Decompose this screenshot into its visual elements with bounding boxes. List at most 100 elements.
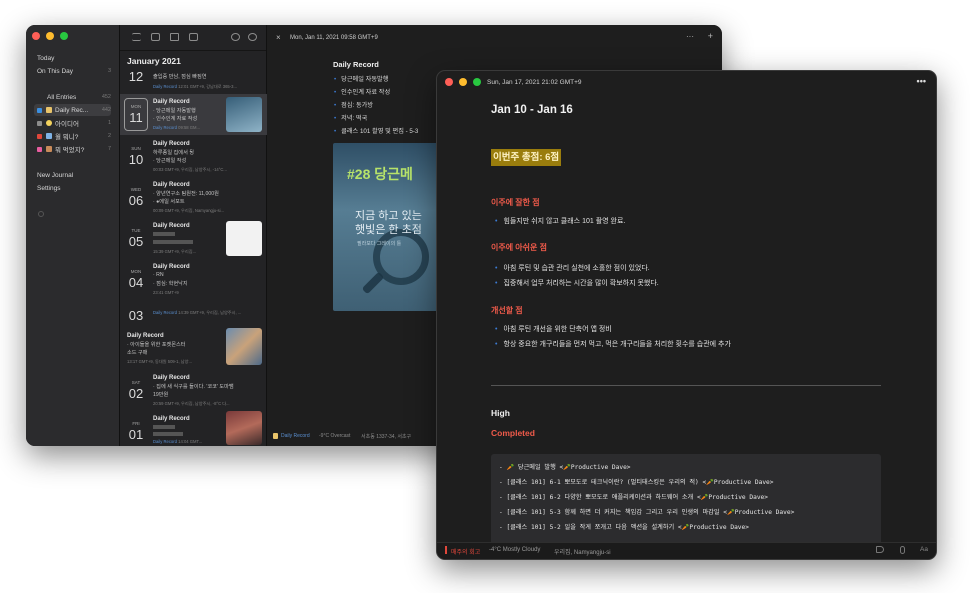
sidebar-item-count: 452 bbox=[101, 94, 111, 100]
sidebar-item-journal-daily-record[interactable]: Daily Rec... 442 bbox=[34, 104, 111, 116]
sidebar: Today On This Day 3 All Entries 452 Dail… bbox=[26, 25, 120, 446]
entry-day: 03 bbox=[128, 308, 144, 323]
entry-meta: 20:59 GMT+9, 우리집, 남양주시, -8°C 다... bbox=[153, 401, 230, 406]
search-icon[interactable] bbox=[248, 33, 257, 41]
new-journal-button[interactable]: New Journal bbox=[37, 169, 111, 181]
entry-weekday: MON bbox=[130, 104, 142, 109]
weekly-review-window: Sun, Jan 17, 2021 21:02 GMT+9 ••• Jan 10… bbox=[436, 70, 937, 560]
entry-day: 12 bbox=[128, 69, 144, 84]
footer-journal[interactable]: 매주의 회고 bbox=[451, 547, 480, 556]
entry-day: 10 bbox=[128, 152, 144, 167]
entry-snippet-redacted bbox=[153, 232, 175, 236]
sidebar-item-label: New Journal bbox=[37, 171, 74, 179]
attachment-icon[interactable] bbox=[900, 546, 905, 554]
entry-bullet: 인수인계 자료 작성 bbox=[334, 87, 390, 96]
close-window-button[interactable] bbox=[32, 32, 40, 40]
text-format-icon[interactable]: Aa bbox=[920, 546, 928, 553]
list-item[interactable]: TUE 05 Daily Record 15:39 GMT+9, 우리집... bbox=[120, 218, 267, 258]
sidebar-item-label: Today bbox=[37, 54, 55, 62]
entry-date[interactable]: Sun, Jan 17, 2021 21:02 GMT+9 bbox=[487, 79, 582, 86]
close-window-button[interactable] bbox=[445, 78, 453, 86]
entry-snippet-redacted bbox=[153, 432, 183, 436]
sidebar-item-today[interactable]: Today bbox=[37, 52, 111, 64]
footer-weather[interactable]: -4°C Mostly Cloudy bbox=[489, 547, 540, 553]
filter-icon[interactable] bbox=[231, 33, 240, 41]
entry-thumbnail bbox=[226, 328, 262, 365]
list-item[interactable]: Daily Record · 아이들을 위한 포켓몬스터 소드 구매 13:17… bbox=[120, 328, 267, 368]
add-entry-icon[interactable]: + bbox=[708, 31, 713, 41]
sidebar-item-count: 7 bbox=[107, 146, 111, 152]
list-item[interactable]: SAT 02 Daily Record · 집에 새 식구를 들이다. '코코'… bbox=[120, 370, 267, 410]
entry-snippet: 출입증 만남, 점심 빠짐연 bbox=[153, 74, 207, 80]
entry-image[interactable]: #28 당근메 지금 하고 있는 햇빛은 한 초점 필라보다 그레이의 틀 bbox=[333, 143, 443, 311]
entry-weekday: TUE bbox=[131, 228, 141, 233]
list-item[interactable]: WED 06 Daily Record · 양년연구소 팀원전: 11,000원… bbox=[120, 177, 267, 217]
journal-color-dot bbox=[37, 107, 42, 113]
list-item[interactable]: MON 04 Daily Record · RN · 점심: 학현낙지 23:4… bbox=[120, 259, 267, 299]
journal-color-dot bbox=[37, 146, 42, 152]
sidebar-item-journal-food[interactable]: 뭐 먹었지? 7 bbox=[37, 143, 111, 155]
entry-thumbnail bbox=[226, 411, 262, 445]
entry-snippet: 아이들을 위한 포켓몬스터 bbox=[130, 342, 186, 348]
sidebar-item-journal-monthly[interactable]: 월 뭐니? 2 bbox=[37, 130, 111, 142]
section-bullet: 아침 루틴 및 습관 관리 실천에 소홀한 점이 있었다. bbox=[495, 263, 649, 273]
entry-title: Daily Record bbox=[153, 182, 190, 188]
map-view-icon[interactable] bbox=[170, 33, 179, 41]
code-line: - [클래스 101] 6-2 다양한 뽀모도로 애플리케이션과 하드웨어 소개… bbox=[499, 494, 769, 501]
image-text: #28 당근메 bbox=[347, 166, 413, 182]
footer-location[interactable]: 우리집, Namyangju-si bbox=[554, 547, 611, 556]
entry-weekday: MON bbox=[130, 269, 142, 274]
entry-title: Daily Record bbox=[153, 416, 190, 422]
month-header: January 2021 bbox=[127, 56, 181, 66]
sidebar-item-label: 뭐 먹었지? bbox=[55, 147, 85, 154]
list-item[interactable]: FRI 01 Daily Record Daily Record 14:04 G… bbox=[120, 411, 267, 446]
list-item[interactable]: SUN 10 Daily Record 하루종일 집에서 뒹 · 당근메일 작성… bbox=[120, 136, 267, 176]
footer-location[interactable]: 서초동 1337-34, 서초구 bbox=[361, 433, 411, 440]
journal-color-dot bbox=[37, 120, 42, 126]
sidebar-item-all-entries[interactable]: All Entries 452 bbox=[47, 91, 111, 103]
calendar-view-icon[interactable] bbox=[189, 33, 198, 41]
entry-day: 06 bbox=[128, 193, 144, 208]
minimize-window-button[interactable] bbox=[459, 78, 467, 86]
entry-bullet: 점심: 동가방 bbox=[334, 100, 373, 109]
minimize-window-button[interactable] bbox=[46, 32, 54, 40]
list-item[interactable]: 12 출입증 만남, 점심 빠짐연 Daily Record 12:01 GMT… bbox=[120, 67, 267, 93]
footer-weather[interactable]: -9°C Overcast bbox=[319, 433, 350, 439]
entry-list: January 2021 12 출입증 만남, 점심 빠짐연 Daily Rec… bbox=[120, 25, 267, 446]
entry-snippet: RN bbox=[156, 272, 164, 278]
more-options-icon[interactable]: ··· bbox=[686, 32, 694, 41]
code-block[interactable]: - 🥕 당근메일 발행 <🥕Productive Dave> - [클래스 10… bbox=[491, 454, 881, 549]
sync-status-icon[interactable] bbox=[38, 211, 44, 217]
list-view-icon[interactable] bbox=[132, 33, 141, 41]
close-icon[interactable]: × bbox=[276, 33, 281, 42]
entry-snippet-redacted bbox=[153, 240, 193, 244]
list-toolbar bbox=[120, 25, 266, 51]
list-item-selected[interactable]: MON 11 Daily Record · 당근메일 자동발행 · 인수인계 자… bbox=[120, 94, 267, 135]
window-controls bbox=[32, 32, 68, 40]
entry-journal: Daily Record bbox=[153, 84, 177, 89]
sidebar-item-label: Daily Rec... bbox=[55, 106, 89, 114]
section-title-bad: 이주에 아쉬운 점 bbox=[491, 243, 547, 252]
entry-weekday: WED bbox=[130, 187, 142, 192]
grid-view-icon[interactable] bbox=[151, 33, 160, 41]
sidebar-item-journal-ideas[interactable]: 아이디어 1 bbox=[37, 117, 111, 129]
window-controls bbox=[445, 78, 481, 86]
tag-icon[interactable] bbox=[876, 546, 884, 553]
footer-journal[interactable]: Daily Record bbox=[281, 433, 310, 439]
settings-button[interactable]: Settings bbox=[37, 182, 111, 194]
entry-weekday: SAT bbox=[131, 380, 141, 385]
entry-heading: Daily Record bbox=[333, 60, 379, 69]
entry-date[interactable]: Mon, Jan 11, 2021 09:58 GMT+9 bbox=[290, 35, 378, 41]
entry-title: Daily Record bbox=[127, 333, 164, 339]
entry-title: Daily Record bbox=[153, 264, 190, 270]
entry-day: 02 bbox=[128, 386, 144, 401]
section-bullet: 힘들지만 쉬지 않고 클래스 101 촬영 완료. bbox=[495, 216, 625, 226]
entry-snippet: 당근메일 작성 bbox=[156, 158, 187, 164]
notebook-icon bbox=[46, 107, 52, 113]
sidebar-item-on-this-day[interactable]: On This Day 3 bbox=[37, 65, 111, 77]
score-highlight: 이번주 총점: 6점 bbox=[491, 149, 562, 166]
entry-thumbnail bbox=[226, 221, 262, 256]
more-options-icon[interactable]: ••• bbox=[917, 76, 926, 86]
zoom-window-button[interactable] bbox=[473, 78, 481, 86]
zoom-window-button[interactable] bbox=[60, 32, 68, 40]
